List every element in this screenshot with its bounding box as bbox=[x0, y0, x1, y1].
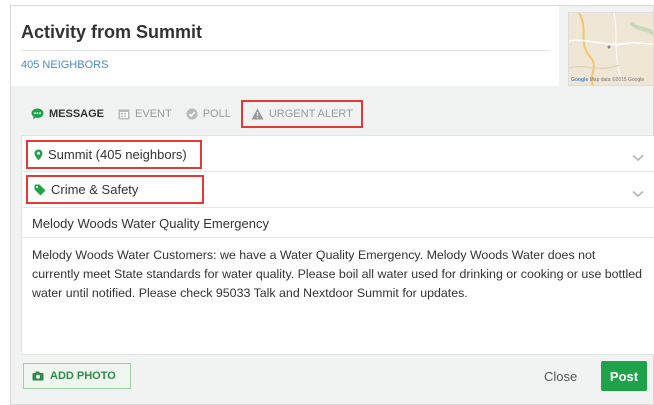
subject-field[interactable]: Melody Woods Water Quality Emergency bbox=[22, 208, 654, 238]
warning-triangle-icon bbox=[251, 108, 264, 120]
category-select-box[interactable]: Crime & Safety bbox=[26, 175, 204, 204]
post-button[interactable]: Post bbox=[601, 361, 647, 391]
header-divider bbox=[21, 50, 549, 51]
neighborhood-map-thumbnail[interactable]: Google Map data ©2015 Google bbox=[568, 12, 654, 86]
add-photo-label: ADD PHOTO bbox=[50, 370, 116, 382]
chevron-down-icon[interactable] bbox=[632, 149, 644, 167]
post-composer-panel: Activity from Summit 405 NEIGHBORS Googl… bbox=[10, 5, 654, 405]
category-value: Crime & Safety bbox=[51, 182, 139, 197]
tab-label: EVENT bbox=[135, 108, 172, 120]
tab-label: MESSAGE bbox=[49, 108, 105, 120]
post-form: Summit (405 neighbors) Crime & Safety Me… bbox=[21, 135, 654, 355]
tab-message[interactable]: MESSAGE bbox=[31, 103, 104, 125]
chat-bubble-icon bbox=[31, 108, 44, 120]
message-textarea[interactable]: Melody Woods Water Customers: we have a … bbox=[32, 246, 646, 303]
neighbors-link[interactable]: 405 NEIGHBORS bbox=[21, 59, 108, 71]
location-select-box[interactable]: Summit (405 neighbors) bbox=[26, 140, 202, 169]
category-select[interactable]: Crime & Safety bbox=[22, 172, 654, 208]
add-photo-button[interactable]: ADD PHOTO bbox=[23, 363, 131, 389]
tab-urgent-alert[interactable]: URGENT ALERT bbox=[240, 100, 363, 128]
tab-label: POLL bbox=[202, 108, 231, 120]
map-graphic bbox=[569, 13, 653, 85]
page-title: Activity from Summit bbox=[21, 22, 203, 42]
subject-value[interactable]: Melody Woods Water Quality Emergency bbox=[32, 216, 269, 231]
tab-event[interactable]: EVENT bbox=[118, 103, 172, 125]
chevron-down-icon[interactable] bbox=[632, 185, 644, 203]
tab-poll[interactable]: POLL bbox=[186, 103, 231, 125]
tab-label: URGENT ALERT bbox=[268, 108, 353, 120]
location-value: Summit (405 neighbors) bbox=[48, 147, 187, 162]
map-attribution: Google Map data ©2015 Google bbox=[571, 77, 644, 83]
camera-icon bbox=[32, 371, 44, 381]
map-attribution-text: Map data ©2015 Google bbox=[589, 77, 645, 83]
close-button[interactable]: Close bbox=[544, 369, 577, 384]
check-circle-icon bbox=[186, 108, 198, 120]
post-type-tabs: MESSAGE EVENT POLL URGENT ALERT bbox=[31, 100, 377, 128]
map-pin-icon bbox=[34, 149, 43, 161]
map-brand: Google bbox=[571, 77, 589, 83]
calendar-icon bbox=[118, 108, 130, 120]
composer-header: Activity from Summit 405 NEIGHBORS bbox=[11, 6, 559, 86]
location-select[interactable]: Summit (405 neighbors) bbox=[22, 136, 654, 172]
tag-icon bbox=[34, 184, 46, 196]
